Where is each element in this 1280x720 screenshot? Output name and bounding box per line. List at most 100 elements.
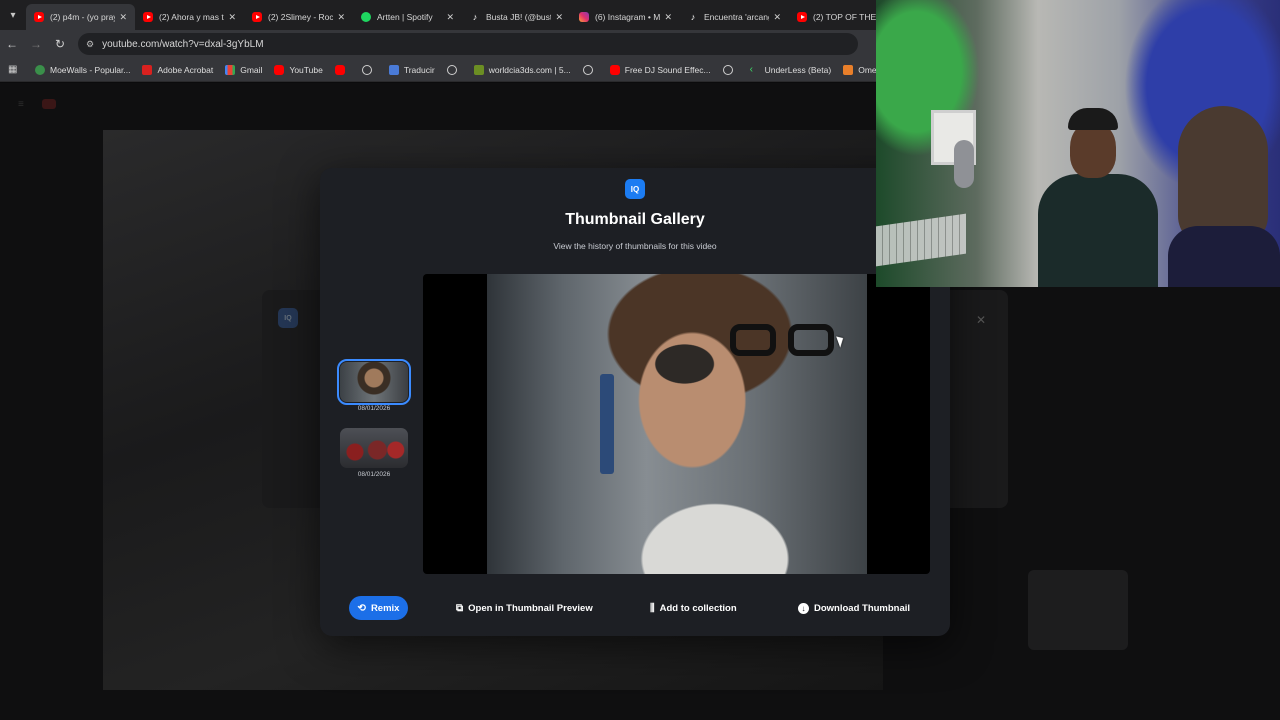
bookmark-worldcia[interactable]: worldcia3ds.com | 5...	[473, 64, 571, 75]
tab-label: (6) Instagram • M	[595, 12, 661, 22]
tab-label: (2) Ahora y mas tu	[159, 12, 225, 22]
bookmark-label: Traducir	[403, 64, 435, 75]
bookmark-traducir[interactable]: Traducir	[388, 64, 435, 75]
thumbnail-history-item[interactable]: 08/01/2026	[338, 428, 410, 478]
bookmark-globe-3[interactable]	[582, 64, 598, 75]
close-icon[interactable]: ✕	[446, 12, 454, 23]
youtube-icon	[334, 64, 345, 75]
add-collection-label: Add to collection	[659, 602, 737, 614]
bookmark-label: UnderLess (Beta)	[764, 64, 832, 75]
instagram-icon	[579, 12, 589, 22]
forward-arrow-icon[interactable]: →	[24, 32, 48, 56]
globe-icon	[361, 64, 372, 75]
underless-icon: ‹	[749, 63, 753, 75]
tab-1[interactable]: (2) Ahora y mas tu ✕	[135, 4, 244, 30]
bookmark-label: worldcia3ds.com | 5...	[488, 64, 571, 75]
close-icon[interactable]: ✕	[773, 12, 781, 23]
download-thumbnail-button[interactable]: ↓ Download Thumbnail	[798, 596, 910, 620]
apps-grid-icon: ▦	[8, 63, 18, 75]
site-settings-icon[interactable]: ⚙	[86, 39, 94, 50]
back-arrow-icon[interactable]: ←	[0, 32, 24, 56]
tab-search-icon[interactable]: ▾	[0, 0, 26, 30]
browser-toolbar: ← → ↻ ⚙ youtube.com/watch?v=dxal-3gYbLM	[0, 30, 876, 58]
open-external-icon: ⧉	[456, 602, 464, 614]
bookmark-label: Gmail	[240, 64, 263, 75]
reload-icon[interactable]: ↻	[48, 32, 72, 56]
screen: ▾ (2) p4m - (yo pray ✕ (2) Ahora y mas t…	[0, 0, 1280, 720]
remix-label: Remix	[370, 602, 400, 614]
bookmarks-bar: ▦ MoeWalls - Popular... Adobe Acrobat Gm…	[0, 58, 939, 82]
iq-badge-icon: IQ	[278, 308, 298, 328]
youtube-icon	[143, 12, 153, 22]
youtube-logo-icon	[41, 99, 56, 109]
bookmark-moewalls[interactable]: MoeWalls - Popular...	[35, 64, 131, 75]
youtube-icon	[34, 12, 44, 22]
spotify-icon	[361, 12, 371, 22]
bookmark-dj-sound[interactable]: Free DJ Sound Effec...	[609, 64, 711, 75]
bookmark-globe[interactable]	[361, 64, 377, 75]
moewalls-icon	[35, 64, 45, 75]
add-to-collection-button[interactable]: ⫼ Add to collection	[650, 596, 737, 620]
tab-label: (2) 2Slimey - Roc	[268, 12, 334, 22]
thumbnail-preview	[423, 274, 930, 574]
youtube-icon	[252, 12, 262, 22]
thumbnail-history-item[interactable]: 08/01/2026	[337, 359, 411, 412]
bookmark-youtube[interactable]: YouTube	[274, 64, 323, 75]
youtube-icon	[274, 64, 285, 75]
menu-icon: ≡	[18, 98, 24, 110]
tab-label: Busta JB! (@bust	[486, 12, 552, 22]
gmail-icon	[225, 64, 236, 75]
bookmark-globe-2[interactable]	[446, 64, 462, 75]
open-thumbnail-preview-button[interactable]: ⧉ Open in Thumbnail Preview	[456, 596, 593, 620]
thumbnail-gallery-modal: IQ Thumbnail Gallery View the history of…	[320, 168, 950, 636]
thumbnail-image	[337, 359, 411, 405]
tab-0[interactable]: (2) p4m - (yo pray ✕	[26, 4, 135, 30]
preview-image	[487, 274, 867, 574]
background-card	[1028, 570, 1128, 650]
library-icon: ⫼	[650, 602, 655, 614]
translate-icon	[388, 64, 399, 75]
bookmark-youtube-2[interactable]	[334, 64, 350, 75]
tiktok-icon: ♪	[690, 12, 696, 22]
site-icon	[473, 64, 484, 75]
webcam-overlay	[876, 0, 1280, 287]
acrobat-icon	[142, 64, 153, 75]
bookmark-label: YouTube	[289, 64, 323, 75]
bookmark-label: MoeWalls - Popular...	[50, 64, 131, 75]
tab-3[interactable]: Artten | Spotify ✕	[353, 4, 462, 30]
tab-5[interactable]: (6) Instagram • M ✕	[571, 4, 680, 30]
preview-glasses	[730, 324, 840, 358]
remix-icon: ⟲	[357, 602, 366, 614]
close-icon[interactable]: ✕	[228, 12, 236, 23]
bookmark-underless[interactable]: ‹ UnderLess (Beta)	[749, 63, 832, 75]
bookmark-label: Free DJ Sound Effec...	[624, 64, 711, 75]
bookmark-gmail[interactable]: Gmail	[225, 64, 263, 75]
tab-6[interactable]: ♪ Encuentra 'arcang ✕	[680, 4, 789, 30]
apps-grid[interactable]: ▦	[8, 63, 23, 75]
tab-4[interactable]: ♪ Busta JB! (@bust ✕	[462, 4, 571, 30]
close-icon[interactable]: ✕	[119, 12, 127, 23]
tab-label: (2) p4m - (yo pray	[50, 12, 116, 22]
thumbnail-date: 08/01/2026	[357, 405, 391, 412]
thumbnail-image	[340, 428, 408, 468]
globe-icon	[722, 64, 733, 75]
url-text: youtube.com/watch?v=dxal-3gYbLM	[102, 38, 264, 50]
youtube-header: ≡	[0, 86, 876, 122]
close-icon[interactable]: ✕	[337, 12, 345, 23]
address-bar[interactable]: ⚙ youtube.com/watch?v=dxal-3gYbLM	[78, 33, 858, 55]
download-label: Download Thumbnail	[814, 602, 911, 614]
tab-2[interactable]: (2) 2Slimey - Roc ✕	[244, 4, 353, 30]
close-icon[interactable]: ✕	[664, 12, 672, 23]
bookmark-acrobat[interactable]: Adobe Acrobat	[142, 64, 213, 75]
microphone-icon	[954, 140, 974, 188]
bookmark-globe-4[interactable]	[722, 64, 738, 75]
globe-icon	[446, 64, 457, 75]
close-icon[interactable]: ✕	[555, 12, 563, 23]
thumbnail-history-list: 08/01/2026 08/01/2026	[337, 359, 411, 494]
remix-button[interactable]: ⟲ Remix	[349, 596, 408, 620]
iq-logo-icon: IQ	[625, 179, 645, 199]
modal-subtitle: View the history of thumbnails for this …	[553, 241, 717, 251]
tab-label: Artten | Spotify	[377, 12, 433, 22]
modal-title: Thumbnail Gallery	[565, 211, 705, 228]
open-preview-label: Open in Thumbnail Preview	[468, 602, 593, 614]
